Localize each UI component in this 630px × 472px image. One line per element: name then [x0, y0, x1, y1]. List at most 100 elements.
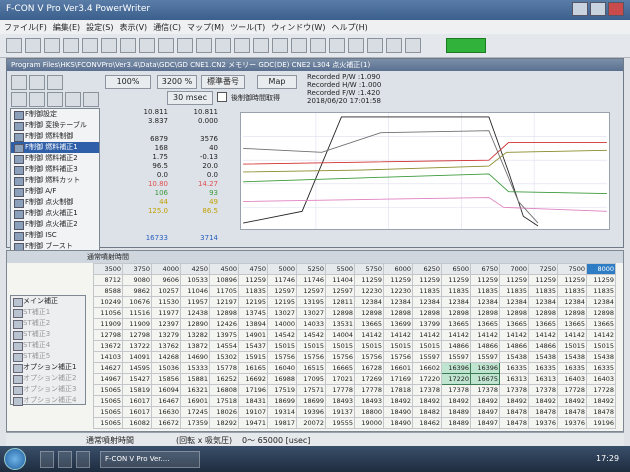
map-cell[interactable]: 12230: [354, 285, 384, 297]
map-cell[interactable]: 18478: [528, 406, 558, 418]
map-cell[interactable]: 13799: [412, 318, 442, 330]
side-item[interactable]: F制御 燃料補正3: [11, 164, 99, 175]
map-cell[interactable]: 12890: [180, 318, 210, 330]
map-cell[interactable]: 12384: [470, 296, 500, 308]
map-cell[interactable]: 11259: [586, 274, 616, 286]
map-cell[interactable]: 18492: [441, 395, 471, 407]
map-cell[interactable]: 14554: [209, 340, 239, 352]
map-cell[interactable]: 16017: [122, 395, 152, 407]
map-cell[interactable]: 14595: [122, 362, 152, 374]
map-cell[interactable]: 17571: [296, 384, 326, 396]
map-cell[interactable]: 19396: [296, 406, 326, 418]
map-cell[interactable]: 11835: [557, 285, 587, 297]
map-cell[interactable]: 18489: [441, 417, 471, 429]
map-cell[interactable]: 15015: [412, 340, 442, 352]
menu-item-3[interactable]: 表示(V): [119, 23, 147, 32]
map-cell[interactable]: 15333: [180, 362, 210, 374]
text-icon[interactable]: [29, 92, 45, 107]
map-cell[interactable]: 16808: [209, 384, 239, 396]
map-cell[interactable]: 15756: [354, 351, 384, 363]
map-cell[interactable]: 13665: [528, 318, 558, 330]
map-cell[interactable]: 14142: [441, 329, 471, 341]
map-cell[interactable]: 16728: [354, 362, 384, 374]
correction-item[interactable]: メイン補正: [11, 296, 85, 307]
map-cell[interactable]: 11705: [209, 285, 239, 297]
map-cell[interactable]: 12384: [557, 296, 587, 308]
map-cell[interactable]: 16403: [557, 373, 587, 385]
map-cell[interactable]: 16313: [499, 373, 529, 385]
toolbar-button-2[interactable]: [44, 38, 60, 53]
toolbar-button-6[interactable]: [120, 38, 136, 53]
map-cell[interactable]: 14690: [180, 351, 210, 363]
map-cell[interactable]: 17378: [499, 384, 529, 396]
map-cell[interactable]: 10896: [209, 274, 239, 286]
print-icon[interactable]: [47, 75, 63, 90]
map-cell[interactable]: 17728: [557, 384, 587, 396]
map-cell[interactable]: 9080: [122, 274, 152, 286]
rpm-header-cell[interactable]: 3750: [122, 263, 152, 275]
map-cell[interactable]: 18492: [528, 395, 558, 407]
maximize-button[interactable]: [590, 2, 606, 16]
map-cell[interactable]: 12898: [354, 307, 384, 319]
map-cell[interactable]: 12798: [122, 329, 152, 341]
menu-item-4[interactable]: 通信(C): [153, 23, 181, 32]
toolbar-button-17[interactable]: [329, 38, 345, 53]
map-cell[interactable]: 11259: [354, 274, 384, 286]
map-cell[interactable]: 14866: [499, 340, 529, 352]
map-cell[interactable]: 11046: [180, 285, 210, 297]
rpm-header-cell[interactable]: 6000: [383, 263, 413, 275]
map-cell[interactable]: 18497: [470, 417, 500, 429]
map-cell[interactable]: 18292: [209, 417, 239, 429]
toolbar-button-4[interactable]: [82, 38, 98, 53]
map-cell[interactable]: 18492: [383, 395, 413, 407]
map-cell[interactable]: 17196: [238, 384, 268, 396]
map-cell[interactable]: 15438: [528, 351, 558, 363]
map-cell[interactable]: 14866: [470, 340, 500, 352]
map-cell[interactable]: 12384: [499, 296, 529, 308]
rpm-header-cell[interactable]: 8000: [586, 263, 616, 275]
map-cell[interactable]: 13665: [499, 318, 529, 330]
map-cell[interactable]: 13699: [383, 318, 413, 330]
map-cell[interactable]: 11835: [586, 285, 616, 297]
map-cell[interactable]: 14268: [151, 351, 181, 363]
map-cell[interactable]: 16602: [412, 362, 442, 374]
rpm-header-cell[interactable]: 5000: [267, 263, 297, 275]
map-cell[interactable]: 14103: [93, 351, 123, 363]
map-cell[interactable]: 16601: [383, 362, 413, 374]
side-item[interactable]: F制御設定: [11, 109, 99, 120]
map-cell[interactable]: 18492: [586, 395, 616, 407]
rpm-header-cell[interactable]: 3500: [93, 263, 123, 275]
map-cell[interactable]: 15819: [122, 384, 152, 396]
toolbar-button-15[interactable]: [291, 38, 307, 53]
map-cell[interactable]: 11835: [470, 285, 500, 297]
map-cell[interactable]: 13672: [93, 340, 123, 352]
zoom-b-button[interactable]: 3200 %: [157, 75, 197, 89]
correction-item[interactable]: ST補正2: [11, 318, 85, 329]
taskbar-folder-icon[interactable]: [76, 451, 90, 468]
map-cell[interactable]: 14000: [267, 318, 297, 330]
rpm-header-cell[interactable]: 5250: [296, 263, 326, 275]
rpm-header-cell[interactable]: 7250: [528, 263, 558, 275]
side-item[interactable]: F制御 点火補正1: [11, 208, 99, 219]
map-cell[interactable]: 19000: [354, 417, 384, 429]
map-cell[interactable]: 18431: [238, 395, 268, 407]
map-cell[interactable]: 11957: [180, 296, 210, 308]
map-cell[interactable]: 17378: [528, 384, 558, 396]
map-cell[interactable]: 16403: [586, 373, 616, 385]
map-cell[interactable]: 15065: [93, 417, 123, 429]
map-cell[interactable]: 16313: [528, 373, 558, 385]
map-cell[interactable]: 11259: [412, 274, 442, 286]
map-cell[interactable]: 15065: [93, 406, 123, 418]
map-cell[interactable]: 17518: [209, 395, 239, 407]
toolbar-button-13[interactable]: [253, 38, 269, 53]
map-cell[interactable]: 11835: [499, 285, 529, 297]
map-cell[interactable]: 13665: [586, 318, 616, 330]
map-cell[interactable]: 13195: [296, 296, 326, 308]
rpm-header-cell[interactable]: 5500: [325, 263, 355, 275]
map-cell[interactable]: 14142: [354, 329, 384, 341]
map-cell[interactable]: 16675: [470, 373, 500, 385]
toolbar-button-12[interactable]: [234, 38, 250, 53]
map-cell[interactable]: 18492: [557, 395, 587, 407]
map-cell[interactable]: 14033: [296, 318, 326, 330]
zoom-a-button[interactable]: 100%: [105, 75, 151, 89]
